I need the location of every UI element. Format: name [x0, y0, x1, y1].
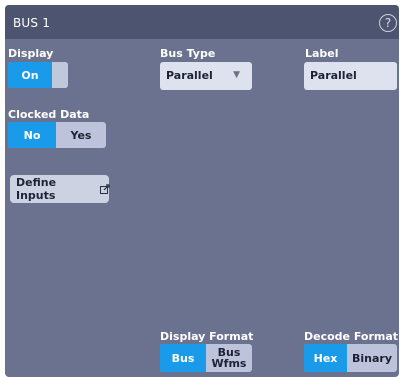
decode-format-label: Decode Format [304, 330, 399, 343]
chevron-down-icon: ▼ [233, 70, 240, 80]
panel-title: BUS 1 [13, 16, 51, 30]
clocked-data-label: Clocked Data [8, 108, 90, 121]
bus-type-dropdown[interactable]: Parallel ▼ [160, 62, 252, 90]
bus-config-panel: BUS 1 ? Display On Clocked Data No Yes D… [5, 5, 399, 377]
clocked-no-option[interactable]: No [8, 122, 56, 148]
clocked-yes-option[interactable]: Yes [56, 122, 106, 148]
clocked-data-toggle[interactable]: No Yes [8, 122, 106, 148]
bus-type-value: Parallel [166, 69, 213, 82]
label-input[interactable]: Parallel [304, 62, 397, 90]
display-on-option[interactable]: On [8, 62, 52, 88]
label-input-value: Parallel [310, 69, 357, 82]
define-inputs-label: Define Inputs [16, 176, 57, 202]
display-format-bus-option[interactable]: Bus [160, 344, 206, 372]
define-inputs-button[interactable]: Define Inputs [10, 175, 110, 203]
bus-type-label: Bus Type [160, 47, 216, 60]
display-format-toggle[interactable]: Bus Bus Wfms [160, 344, 252, 372]
display-format-bus-wfms-option[interactable]: Bus Wfms [206, 344, 252, 372]
bus-wfms-line-2: Wfms [211, 357, 247, 370]
decode-hex-option[interactable]: Hex [304, 344, 347, 372]
label-field-label: Label [305, 47, 339, 60]
display-format-label: Display Format [160, 330, 254, 343]
display-label: Display [8, 47, 54, 60]
title-bar: BUS 1 ? [5, 5, 399, 39]
decode-binary-option[interactable]: Binary [347, 344, 397, 372]
external-link-icon [99, 184, 110, 194]
display-off-option[interactable] [52, 62, 68, 88]
decode-format-toggle[interactable]: Hex Binary [304, 344, 397, 372]
display-toggle[interactable]: On [8, 62, 68, 88]
help-icon[interactable]: ? [379, 14, 397, 32]
